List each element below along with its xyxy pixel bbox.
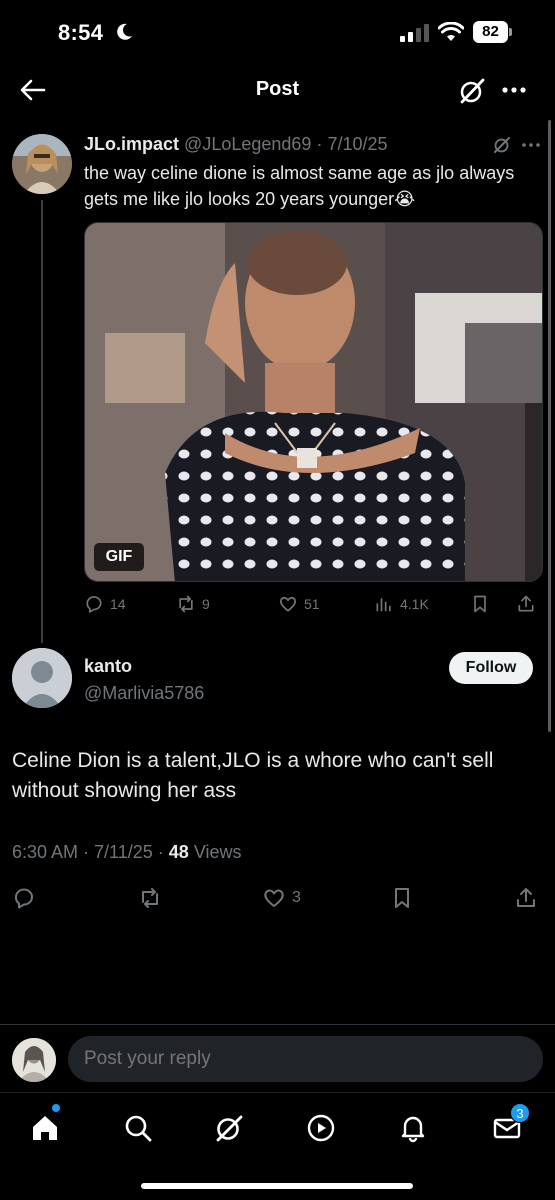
post-date[interactable]: 7/10/25 xyxy=(327,134,387,154)
my-avatar[interactable] xyxy=(12,1038,56,1082)
gif-media[interactable] xyxy=(84,222,543,582)
like-button[interactable]: 3 xyxy=(262,886,301,910)
gif-badge: GIF xyxy=(94,543,144,571)
search-icon xyxy=(125,1115,152,1142)
meta-separator: · xyxy=(152,842,169,862)
more-options-icon[interactable] xyxy=(520,135,542,155)
repost-count: 9 xyxy=(202,596,210,612)
bookmark-icon xyxy=(395,888,409,908)
views-button[interactable]: 4.1K xyxy=(374,594,429,614)
tab-grok[interactable] xyxy=(214,1113,244,1143)
tab-home[interactable] xyxy=(30,1113,60,1143)
bookmark-button[interactable] xyxy=(470,594,490,614)
avatar[interactable] xyxy=(12,134,72,194)
reply-count: 14 xyxy=(110,596,126,612)
avatar[interactable] xyxy=(12,648,72,708)
moon-icon xyxy=(117,23,132,40)
like-button[interactable]: 51 xyxy=(278,594,320,614)
messages-badge: 3 xyxy=(510,1103,530,1123)
repost-button[interactable] xyxy=(138,886,162,910)
reply-icon xyxy=(86,596,102,613)
views-count: 48 xyxy=(168,842,189,862)
avatar-image xyxy=(12,1038,56,1082)
tab-video[interactable] xyxy=(306,1113,336,1143)
reply-button[interactable]: 14 xyxy=(84,594,126,614)
repost-icon xyxy=(142,888,158,908)
grok-icon[interactable] xyxy=(492,135,512,155)
reply-input[interactable] xyxy=(68,1036,543,1082)
repost-button[interactable]: 9 xyxy=(176,594,210,614)
meta-separator: · xyxy=(311,134,328,154)
gif-image xyxy=(85,223,542,581)
like-count: 3 xyxy=(292,889,301,906)
home-unread-dot xyxy=(52,1104,60,1112)
reply-button[interactable] xyxy=(12,886,36,910)
tab-notifications[interactable] xyxy=(398,1113,428,1143)
battery-level: 82 xyxy=(473,21,508,43)
reply-icon xyxy=(15,888,33,909)
views-icon xyxy=(376,598,391,612)
battery-tip xyxy=(509,28,512,36)
status-bar: 8:54 82 xyxy=(0,0,555,62)
like-count: 51 xyxy=(304,596,320,612)
author-name[interactable]: JLo.impact xyxy=(84,134,179,154)
avatar-image xyxy=(12,134,72,194)
bookmark-button[interactable] xyxy=(390,886,414,910)
post-header: JLo.impact @JLoLegend69 · 7/10/25 xyxy=(84,134,388,155)
battery-indicator: 82 xyxy=(473,21,513,43)
views-count: 4.1K xyxy=(400,596,429,612)
more-options-icon[interactable] xyxy=(500,78,528,102)
play-icon xyxy=(307,1114,335,1142)
heart-icon xyxy=(279,596,297,612)
top-bar: Post xyxy=(0,62,555,118)
tab-search[interactable] xyxy=(123,1113,153,1143)
heart-icon xyxy=(264,889,284,907)
signal-icon xyxy=(400,24,429,42)
post-actions: 14 9 51 4.1K xyxy=(0,594,555,618)
scrollbar[interactable] xyxy=(548,120,551,732)
divider xyxy=(0,1024,555,1025)
grok-icon xyxy=(216,1115,243,1142)
author-handle[interactable]: @JLoLegend69 xyxy=(184,134,311,154)
author-name[interactable]: kanto xyxy=(84,656,132,677)
bookmark-icon xyxy=(474,595,486,613)
grok-icon[interactable] xyxy=(458,77,486,105)
share-button[interactable] xyxy=(514,886,538,910)
author-handle[interactable]: @Marlivia5786 xyxy=(84,683,204,704)
share-icon xyxy=(517,888,535,907)
post-time: 6:30 AM xyxy=(12,842,79,862)
home-icon xyxy=(33,1116,57,1140)
wifi-icon xyxy=(438,22,464,41)
meta-separator: · xyxy=(78,842,95,862)
reply-text: Celine Dion is a talent,JLO is a whore w… xyxy=(12,749,494,802)
post-meta: 6:30 AM · 7/11/25 · 48 Views xyxy=(12,842,242,863)
views-label[interactable]: Views xyxy=(194,842,242,862)
share-icon xyxy=(518,595,534,612)
post-date: 7/11/25 xyxy=(94,842,153,862)
reply-actions: 3 xyxy=(0,886,555,914)
thread-line xyxy=(41,200,43,643)
bell-icon xyxy=(401,1116,425,1143)
home-indicator xyxy=(141,1183,413,1189)
repost-icon xyxy=(179,595,193,613)
default-avatar-icon xyxy=(12,648,72,708)
share-button[interactable] xyxy=(516,594,536,614)
post-text: the way celine dione is almost same age … xyxy=(84,163,515,209)
status-time: 8:54 xyxy=(58,20,104,45)
follow-button[interactable]: Follow xyxy=(449,652,533,684)
